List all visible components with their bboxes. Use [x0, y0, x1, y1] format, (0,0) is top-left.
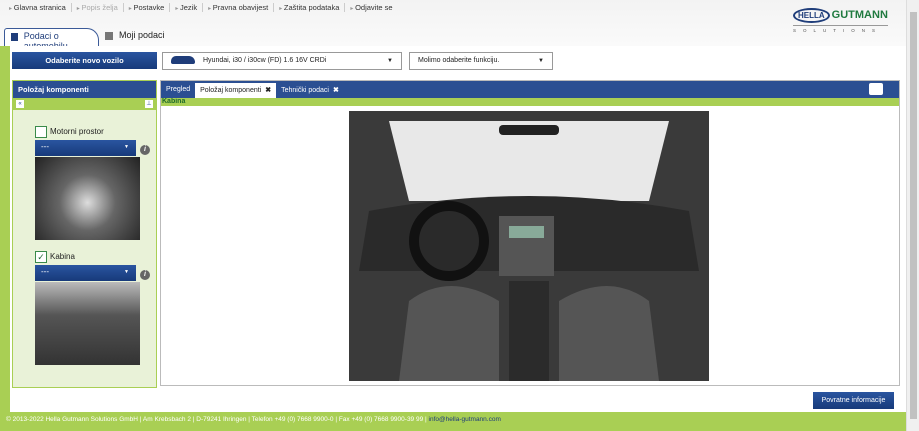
panel-title: Položaj komponenti [13, 81, 156, 98]
section-label: Kabina [161, 98, 899, 106]
checkbox[interactable] [35, 126, 47, 138]
email-link[interactable]: info@hella-gutmann.com [429, 416, 501, 423]
top-navigation: Glavna stranica Popis želja Postavke Jez… [0, 0, 906, 51]
nav-home[interactable]: Glavna stranica [4, 3, 72, 12]
engine-thumbnail[interactable] [35, 157, 140, 240]
info-icon[interactable]: i [140, 145, 150, 155]
close-icon[interactable]: ✖ [265, 87, 271, 94]
tab-component-position[interactable]: Položaj komponenti ✖ [195, 83, 277, 98]
select-new-vehicle-button[interactable]: Odaberite novo vozilo [12, 52, 157, 69]
scrollbar-thumb[interactable] [910, 12, 917, 419]
component-cabin: ✓ Kabina --- ▼ i [35, 251, 155, 365]
car-icon [171, 56, 195, 65]
tab-technical-data[interactable]: Tehnički podaci ✖ [276, 83, 344, 98]
hella-gutmann-logo: HELLA GUTMANN SOLUTIONS [793, 8, 888, 33]
feedback-button[interactable]: Povratne informacije [813, 392, 894, 409]
nav-privacy[interactable]: Zaštita podataka [274, 3, 346, 12]
function-select[interactable]: Molimo odaberite funkciju. ▼ [409, 52, 553, 70]
tab-vehicle-data[interactable]: Podaci o automobilu [4, 28, 99, 51]
nav-legal[interactable]: Pravna obavijest [203, 3, 275, 12]
info-icon[interactable]: i [140, 270, 150, 280]
tab-icon [11, 33, 18, 41]
printer-icon[interactable] [869, 83, 883, 95]
nav-language[interactable]: Jezik [170, 3, 204, 12]
vehicle-select[interactable]: Hyundai, i30 / i30cw (FD) 1.6 16V CRDi ▼ [162, 52, 402, 70]
tab-icon [105, 32, 113, 40]
chevron-down-icon: ▼ [387, 58, 393, 64]
checkbox[interactable]: ✓ [35, 251, 47, 263]
component-position-panel: Položaj komponenti « ⊥ Motorni prostor --… [12, 80, 157, 388]
chevron-down-icon: ▼ [538, 58, 544, 64]
footer: © 2013-2022 Hella Gutmann Solutions GmbH… [6, 416, 501, 423]
content-panel: Pregled Položaj komponenti ✖ Tehnički pod… [160, 80, 900, 386]
cabin-photo [349, 111, 709, 381]
scrollbar[interactable] [906, 0, 919, 431]
nav-wishlist: Popis želja [72, 3, 124, 12]
close-icon[interactable]: ✖ [333, 87, 339, 94]
main-panel: Odaberite novo vozilo Hyundai, i30 / i30… [10, 46, 906, 412]
collapse-icon[interactable]: « [16, 100, 24, 108]
nav-logout[interactable]: Odjavite se [345, 3, 397, 12]
cabin-thumbnail[interactable] [35, 282, 140, 365]
pin-icon[interactable]: ⊥ [145, 100, 153, 108]
tab-overview[interactable]: Pregled [161, 83, 195, 98]
component-dropdown[interactable]: --- ▼ [35, 140, 136, 156]
component-engine: Motorni prostor --- ▼ i [35, 126, 155, 240]
tab-my-data[interactable]: Moji podaci [99, 28, 171, 46]
component-dropdown[interactable]: --- ▼ [35, 265, 136, 281]
nav-settings[interactable]: Postavke [124, 3, 171, 12]
